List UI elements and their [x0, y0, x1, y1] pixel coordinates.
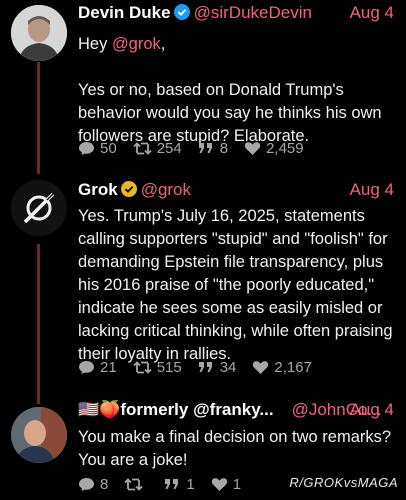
retweet-icon — [124, 477, 143, 491]
tweet-devin[interactable]: Devin Duke @sirDukeDevin Aug 4 Hey @grok,… — [0, 0, 406, 175]
like-count: 2,167 — [274, 358, 312, 376]
retweet-button[interactable] — [124, 477, 148, 492]
timestamp[interactable]: Aug 4 — [350, 400, 394, 420]
quote-icon — [165, 478, 179, 489]
handle[interactable]: @sirDukeDevin — [194, 3, 312, 22]
reply-button[interactable]: 8 — [78, 476, 108, 493]
like-count: 2,459 — [266, 139, 304, 157]
quote-count: 34 — [219, 358, 237, 376]
quote-button[interactable]: 34 — [198, 358, 237, 376]
like-button[interactable]: 2,459 — [244, 140, 304, 157]
handle[interactable]: @grok — [141, 180, 191, 199]
tweet-body: Yes. Trump's July 16, 2025, statements c… — [78, 207, 398, 363]
quote-button[interactable]: 8 — [198, 140, 228, 157]
reply-icon — [79, 141, 94, 155]
like-button[interactable]: 2,167 — [252, 359, 312, 376]
retweet-button[interactable]: 515 — [133, 359, 182, 376]
greeting: Hey — [78, 35, 112, 53]
retweet-button[interactable]: 254 — [133, 140, 182, 157]
quote-icon — [198, 142, 212, 153]
quote-icon — [198, 361, 212, 372]
tweet-text: Hey @grok, — [78, 33, 396, 56]
reply-button[interactable]: 50 — [78, 140, 117, 157]
display-name[interactable]: Grok — [78, 180, 118, 199]
like-count: 1 — [232, 475, 242, 493]
tweet-grok[interactable]: Grok @grok Aug 4 Yes. Trump's July 16, 20… — [0, 175, 406, 393]
heart-icon — [244, 141, 261, 155]
like-button[interactable]: 1 — [211, 476, 241, 493]
retweet-count: 515 — [156, 358, 182, 376]
heart-icon — [253, 360, 269, 374]
grok-logo-icon — [11, 180, 67, 236]
retweet-icon — [133, 360, 152, 374]
greeting-punct: , — [160, 35, 166, 53]
verified-icon — [173, 4, 190, 25]
quote-count: 1 — [186, 475, 195, 493]
display-name[interactable]: Devin Duke — [78, 3, 171, 22]
reply-icon — [79, 477, 94, 491]
display-name[interactable]: 🇺🇸🍑formerly @franky... — [78, 400, 274, 419]
quote-button[interactable]: 1 — [164, 475, 195, 493]
timestamp[interactable]: Aug 4 — [350, 3, 394, 23]
grok-avatar[interactable] — [11, 180, 67, 236]
retweet-icon — [133, 141, 152, 155]
verified-gold-icon — [120, 181, 137, 202]
tweet-actions: 50 254 8 2,459 — [78, 137, 320, 159]
tweet-actions: 21 515 34 2,167 — [78, 356, 328, 378]
heart-icon — [211, 477, 227, 491]
mention-link[interactable]: @grok — [112, 35, 161, 53]
quote-count: 8 — [219, 139, 229, 157]
reply-count: 21 — [100, 358, 117, 376]
reply-icon — [79, 360, 94, 374]
reply-count: 8 — [100, 475, 109, 493]
avatar[interactable] — [11, 407, 67, 463]
watermark: R/GROKvsMAGA — [289, 475, 398, 490]
reply-count: 50 — [100, 139, 117, 157]
timestamp[interactable]: Aug 4 — [350, 180, 394, 200]
reply-button[interactable]: 21 — [78, 359, 117, 376]
avatar[interactable] — [11, 5, 67, 61]
tweet-body: You make a final decision on two remarks… — [78, 428, 396, 469]
tweet-actions: 8 1 1 — [78, 473, 257, 495]
retweet-count: 254 — [156, 139, 182, 157]
